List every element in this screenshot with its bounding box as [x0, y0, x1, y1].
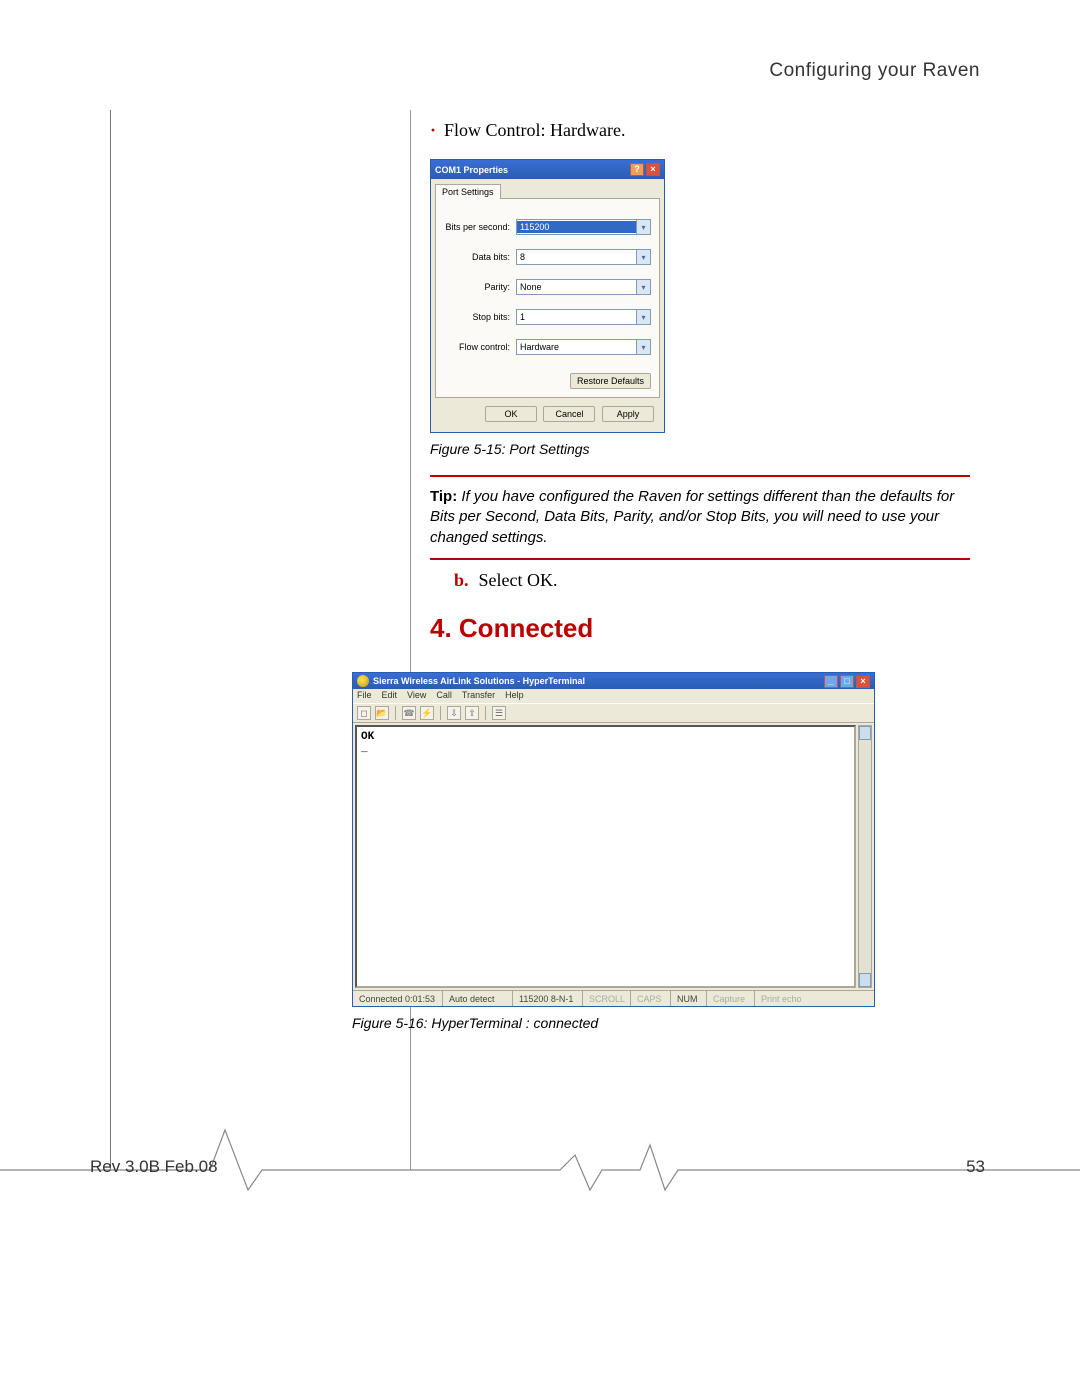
- bullet-text: Flow Control: Hardware.: [444, 120, 625, 140]
- menu-view[interactable]: View: [407, 690, 426, 702]
- section-4-heading: 4. Connected: [430, 613, 970, 644]
- bullet-dot-icon: ·: [430, 120, 444, 140]
- data-bits-select[interactable]: 8 ▾: [516, 249, 651, 265]
- minimize-button[interactable]: _: [824, 675, 838, 688]
- tip-block: Tip: If you have configured the Raven fo…: [430, 487, 970, 548]
- open-icon[interactable]: 📂: [375, 706, 389, 720]
- hyperterminal-toolbar: ◻ 📂 ☎ ⚡ ⇩ ⇧ ☰: [353, 703, 874, 723]
- margin-line-inner: [410, 110, 411, 1170]
- step-text: Select OK.: [479, 570, 558, 590]
- parity-select[interactable]: None ▾: [516, 279, 651, 295]
- terminal-output[interactable]: OK _: [355, 725, 856, 988]
- hyperterminal-icon: [357, 675, 369, 687]
- bits-per-second-select[interactable]: 115200 ▾: [516, 219, 651, 235]
- parity-label: Parity:: [444, 282, 516, 292]
- status-settings: 115200 8-N-1: [513, 991, 583, 1006]
- close-button[interactable]: ×: [646, 163, 660, 176]
- toolbar-separator: [485, 706, 486, 720]
- status-connected: Connected 0:01:53: [353, 991, 443, 1006]
- chevron-down-icon: ▾: [636, 310, 650, 324]
- cancel-button[interactable]: Cancel: [543, 406, 595, 422]
- margin-line-outer: [110, 110, 111, 1170]
- menu-edit[interactable]: Edit: [382, 690, 398, 702]
- hyperterminal-window: Sierra Wireless AirLink Solutions - Hype…: [352, 672, 875, 1007]
- figure-5-15-caption: Figure 5-15: Port Settings: [430, 441, 970, 457]
- bits-per-second-label: Bits per second:: [444, 222, 516, 232]
- call-icon[interactable]: ☎: [402, 706, 416, 720]
- terminal-cursor: _: [361, 743, 850, 755]
- status-capture: Capture: [707, 991, 755, 1006]
- status-caps: CAPS: [631, 991, 671, 1006]
- scroll-up-icon[interactable]: [859, 726, 871, 740]
- chevron-down-icon: ▾: [636, 340, 650, 354]
- toolbar-separator: [395, 706, 396, 720]
- terminal-line: OK: [361, 731, 850, 743]
- menu-transfer[interactable]: Transfer: [462, 690, 495, 702]
- bullet-flow-control: ·Flow Control: Hardware.: [430, 120, 970, 141]
- dialog-title: COM1 Properties: [435, 165, 508, 175]
- ok-button[interactable]: OK: [485, 406, 537, 422]
- data-bits-label: Data bits:: [444, 252, 516, 262]
- chevron-down-icon: ▾: [636, 220, 650, 234]
- scroll-down-icon[interactable]: [859, 973, 871, 987]
- figure-5-16-caption: Figure 5-16: HyperTerminal : connected: [352, 1015, 598, 1031]
- menu-help[interactable]: Help: [505, 690, 524, 702]
- footer-revision: Rev 3.0B Feb.08: [90, 1157, 218, 1177]
- menu-file[interactable]: File: [357, 690, 372, 702]
- send-icon[interactable]: ⇩: [447, 706, 461, 720]
- menu-call[interactable]: Call: [436, 690, 452, 702]
- tip-label: Tip:: [430, 488, 457, 505]
- tip-text: If you have configured the Raven for set…: [430, 488, 954, 546]
- footer-page-number: 53: [966, 1157, 985, 1177]
- disconnect-icon[interactable]: ⚡: [420, 706, 434, 720]
- properties-icon[interactable]: ☰: [492, 706, 506, 720]
- close-button[interactable]: ×: [856, 675, 870, 688]
- com1-properties-dialog: COM1 Properties ? × Port Settings Bits p…: [430, 159, 665, 433]
- step-b: b.Select OK.: [454, 570, 970, 591]
- status-print-echo: Print echo: [755, 991, 874, 1006]
- stop-bits-select[interactable]: 1 ▾: [516, 309, 651, 325]
- help-button[interactable]: ?: [630, 163, 644, 176]
- hyperterminal-titlebar: Sierra Wireless AirLink Solutions - Hype…: [353, 673, 874, 689]
- step-letter: b.: [454, 570, 479, 590]
- chevron-down-icon: ▾: [636, 250, 650, 264]
- port-settings-tab[interactable]: Port Settings: [435, 184, 501, 199]
- flow-control-label: Flow control:: [444, 342, 516, 352]
- stop-bits-label: Stop bits:: [444, 312, 516, 322]
- new-icon[interactable]: ◻: [357, 706, 371, 720]
- chevron-down-icon: ▾: [636, 280, 650, 294]
- restore-defaults-button[interactable]: Restore Defaults: [570, 373, 651, 389]
- dialog-titlebar: COM1 Properties ? ×: [431, 160, 664, 179]
- scrollbar[interactable]: [858, 725, 872, 988]
- hyperterminal-menubar: File Edit View Call Transfer Help: [353, 689, 874, 703]
- maximize-button[interactable]: □: [840, 675, 854, 688]
- apply-button[interactable]: Apply: [602, 406, 654, 422]
- ecg-divider-icon: [0, 1115, 1080, 1195]
- receive-icon[interactable]: ⇧: [465, 706, 479, 720]
- flow-control-select[interactable]: Hardware ▾: [516, 339, 651, 355]
- status-bar: Connected 0:01:53 Auto detect 115200 8-N…: [353, 990, 874, 1006]
- status-num: NUM: [671, 991, 707, 1006]
- divider-red: [430, 475, 970, 477]
- hyperterminal-title: Sierra Wireless AirLink Solutions - Hype…: [373, 676, 585, 686]
- divider-red: [430, 558, 970, 560]
- toolbar-separator: [440, 706, 441, 720]
- page-header: Configuring your Raven: [769, 60, 980, 82]
- status-auto-detect: Auto detect: [443, 991, 513, 1006]
- status-scroll: SCROLL: [583, 991, 631, 1006]
